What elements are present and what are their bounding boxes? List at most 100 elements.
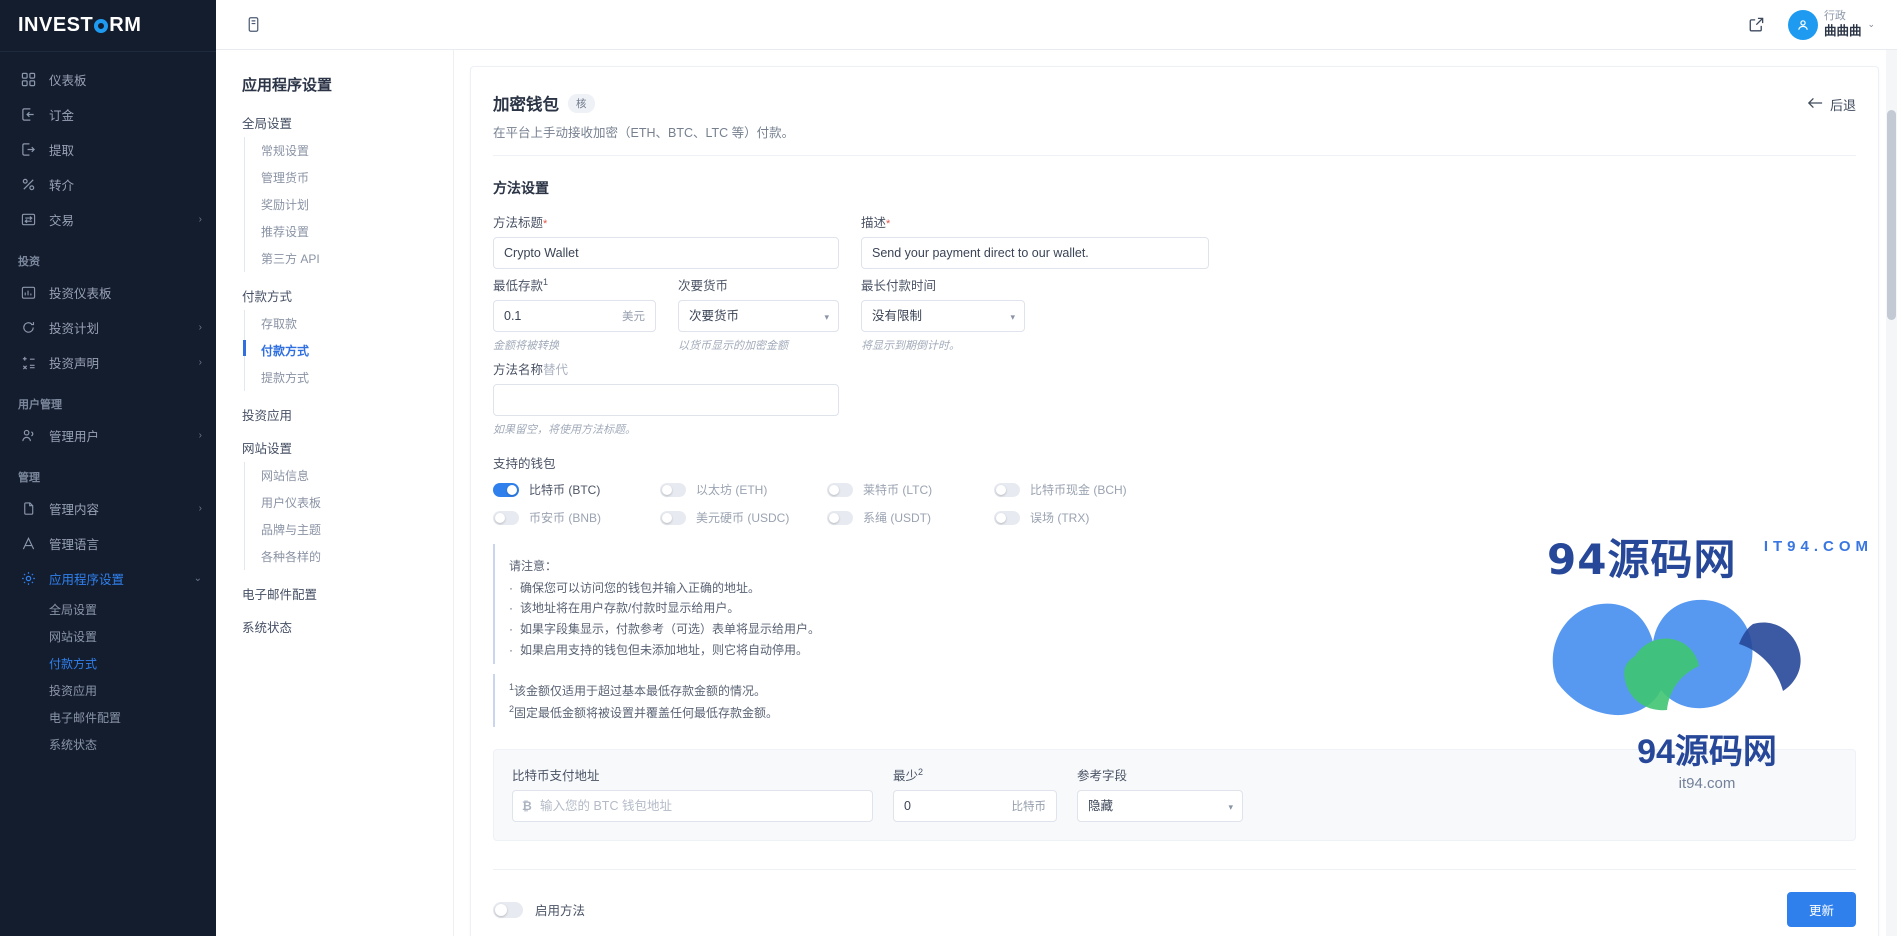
- sidebar-item-dashboard[interactable]: 仪表板: [0, 62, 216, 97]
- sidebar-item-label: 管理用户: [49, 430, 100, 444]
- wallet-toggle-btc[interactable]: 比特币 (BTC): [493, 481, 660, 498]
- sidebar-subitem-system-status[interactable]: 系统状态: [0, 731, 216, 758]
- body-area: 应用程序设置 全局设置 常规设置 管理货币 奖励计划 推荐设置 第三方 API …: [216, 50, 1897, 936]
- scrollbar-thumb[interactable]: [1887, 110, 1896, 320]
- footnote-text-2: 固定最低金额将被设置并覆盖任何最低存款金额。: [514, 705, 779, 720]
- toggle-switch[interactable]: [827, 482, 853, 497]
- toggle-switch[interactable]: [493, 901, 523, 918]
- field-btc-min: 最少2 比特币: [893, 765, 1057, 822]
- brand-logo[interactable]: INVEST RM: [0, 0, 216, 52]
- sidebar-item-withdraw[interactable]: 提取: [0, 132, 216, 167]
- max-pay-time-select[interactable]: 没有限制: [861, 300, 1025, 332]
- sidebar-subitem-global-settings[interactable]: 全局设置: [0, 596, 216, 623]
- settings-group-system-status[interactable]: 系统状态: [242, 617, 437, 636]
- settings-subitem-referral[interactable]: 推荐设置: [245, 218, 437, 245]
- settings-subitem-brand-theme[interactable]: 品牌与主题: [245, 516, 437, 543]
- deposit-in-icon: [18, 106, 38, 124]
- status-badge: 核: [568, 93, 595, 113]
- settings-group-payment[interactable]: 付款方式: [242, 286, 437, 305]
- settings-subitem-currency[interactable]: 管理货币: [245, 164, 437, 191]
- sidebar-item-invest-statement[interactable]: 投资声明 ›: [0, 345, 216, 380]
- sidebar-subitem-invest-app[interactable]: 投资应用: [0, 677, 216, 704]
- note-item: 确保您可以访问您的钱包并输入正确的地址。: [509, 578, 1856, 599]
- method-title-input[interactable]: [493, 237, 839, 269]
- back-button[interactable]: 后退: [1807, 91, 1856, 114]
- sidebar-item-app-settings[interactable]: 应用程序设置 ⌄: [0, 561, 216, 596]
- notes-block: 请注意： 确保您可以访问您的钱包并输入正确的地址。 该地址将在用户存款/付款时显…: [493, 544, 1856, 665]
- settings-subitem-misc[interactable]: 各种各样的: [245, 543, 437, 570]
- wallet-label: 以太坊 (ETH): [696, 483, 768, 497]
- top-bar: 行政 曲曲曲 ⌄: [216, 0, 1897, 50]
- sidebar-item-invest-dashboard[interactable]: 投资仪表板: [0, 275, 216, 310]
- note-panel-icon[interactable]: [238, 10, 268, 40]
- toggle-switch[interactable]: [994, 482, 1020, 497]
- settings-group-global[interactable]: 全局设置: [242, 113, 437, 132]
- sidebar-item-exchange[interactable]: 交易 ›: [0, 202, 216, 237]
- settings-group-invest-app[interactable]: 投资应用: [242, 405, 437, 424]
- enable-method-control[interactable]: 启用方法: [493, 900, 585, 919]
- sidebar-item-manage-users[interactable]: 管理用户 ›: [0, 418, 216, 453]
- field-label: 方法标题*: [493, 212, 839, 231]
- wallet-toggle-bch[interactable]: 比特币现金 (BCH): [994, 481, 1161, 498]
- wallet-toggle-ltc[interactable]: 莱特币 (LTC): [827, 481, 994, 498]
- sidebar-item-deposit[interactable]: 订金: [0, 97, 216, 132]
- settings-subitem-deposit-withdraw[interactable]: 存取款: [245, 310, 437, 337]
- toggle-switch[interactable]: [660, 510, 686, 525]
- wallet-toggle-usdc[interactable]: 美元硬币 (USDC): [660, 509, 827, 526]
- field-label: 方法名称替代: [493, 359, 839, 378]
- toggle-switch[interactable]: [827, 510, 853, 525]
- settings-nav-panel: 应用程序设置 全局设置 常规设置 管理货币 奖励计划 推荐设置 第三方 API …: [216, 50, 454, 936]
- settings-group-email-config[interactable]: 电子邮件配置: [242, 584, 437, 603]
- settings-group-site[interactable]: 网站设置: [242, 438, 437, 457]
- external-link-icon[interactable]: [1742, 10, 1772, 40]
- sidebar-item-manage-language[interactable]: 管理语言: [0, 526, 216, 561]
- sidebar-subitem-email-config[interactable]: 电子邮件配置: [0, 704, 216, 731]
- user-menu[interactable]: 行政 曲曲曲 ⌄: [1787, 9, 1875, 40]
- wallet-toggle-usdt[interactable]: 系绳 (USDT): [827, 509, 994, 526]
- sidebar-item-label: 管理内容: [49, 503, 100, 517]
- sidebar-item-label: 投资仪表板: [49, 287, 112, 301]
- toggle-switch[interactable]: [994, 510, 1020, 525]
- sidebar-item-invest-plan[interactable]: 投资计划 ›: [0, 310, 216, 345]
- toggle-switch[interactable]: [493, 482, 519, 497]
- sidebar-item-manage-content[interactable]: 管理内容 ›: [0, 491, 216, 526]
- alt-name-input[interactable]: [493, 384, 839, 416]
- form-row-alt-name: 方法名称替代 如果留空，将使用方法标题。: [493, 359, 1856, 437]
- btc-address-input[interactable]: [512, 790, 873, 822]
- sidebar-group-invest: 投资: [18, 256, 40, 268]
- user-text: 行政 曲曲曲: [1824, 10, 1862, 38]
- sidebar-item-referral[interactable]: 转介: [0, 167, 216, 202]
- settings-subitem-withdraw-methods[interactable]: 提款方式: [245, 364, 437, 391]
- description-label: 描述: [861, 216, 887, 230]
- toggle-switch[interactable]: [660, 482, 686, 497]
- settings-subitem-user-dashboard[interactable]: 用户仪表板: [245, 489, 437, 516]
- brand-text: INVEST RM: [18, 14, 141, 37]
- sidebar-subitem-site-settings[interactable]: 网站设置: [0, 623, 216, 650]
- max-pay-time-wrap: 没有限制 ▾: [861, 300, 1025, 332]
- sidebar-nav: 仪表板 订金 提取 转介 交易 › 投资 投资仪表板 投资计划 › 投资声明 ›…: [0, 52, 216, 758]
- chevron-right-icon: ›: [198, 430, 202, 441]
- settings-subitem-bonus-plan[interactable]: 奖励计划: [245, 191, 437, 218]
- wallet-toggle-trx[interactable]: 误场 (TRX): [994, 509, 1161, 526]
- description-input[interactable]: [861, 237, 1209, 269]
- settings-subitem-third-party-api[interactable]: 第三方 API: [245, 245, 437, 272]
- settings-panel-title: 应用程序设置: [242, 77, 333, 94]
- letter-a-icon: [18, 535, 38, 553]
- sidebar-subitem-payment-methods[interactable]: 付款方式: [0, 650, 216, 677]
- wallet-toggle-bnb[interactable]: 币安币 (BNB): [493, 509, 660, 526]
- wallet-toggle-eth[interactable]: 以太坊 (ETH): [660, 481, 827, 498]
- settings-subitem-general[interactable]: 常规设置: [245, 137, 437, 164]
- vertical-scrollbar[interactable]: [1886, 50, 1897, 936]
- sidebar-group-manage: 管理: [18, 472, 40, 484]
- settings-subitem-site-info[interactable]: 网站信息: [245, 462, 437, 489]
- notes-heading: 请注意：: [509, 559, 558, 573]
- secondary-currency-select[interactable]: 次要货币: [678, 300, 839, 332]
- toggle-switch[interactable]: [493, 510, 519, 525]
- reference-field-select[interactable]: 隐藏: [1077, 790, 1243, 822]
- sidebar-item-label: 应用程序设置: [49, 573, 125, 587]
- update-button[interactable]: 更新: [1786, 892, 1856, 927]
- toggle-knob: [662, 484, 672, 495]
- settings-subitem-payment-methods[interactable]: 付款方式: [243, 337, 437, 364]
- chart-bar-icon: [18, 284, 38, 302]
- settings-sub-list-global: 常规设置 管理货币 奖励计划 推荐设置 第三方 API: [244, 137, 437, 272]
